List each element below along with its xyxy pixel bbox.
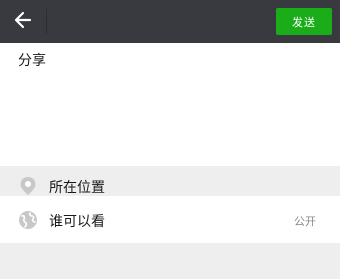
location-pin-icon bbox=[17, 175, 39, 197]
visibility-label: 谁可以看 bbox=[49, 214, 105, 230]
arrow-left-icon bbox=[13, 10, 33, 34]
top-bar: 发送 bbox=[0, 0, 340, 43]
send-button[interactable]: 发送 bbox=[276, 8, 332, 35]
visibility-row[interactable]: 谁可以看 公开 bbox=[0, 196, 340, 243]
header-divider bbox=[46, 9, 47, 34]
compose-text[interactable]: 分享 bbox=[18, 50, 46, 70]
back-button[interactable] bbox=[0, 0, 46, 43]
visibility-value: 公开 bbox=[294, 215, 316, 228]
compose-area[interactable]: 分享 所在位置 bbox=[0, 43, 340, 196]
globe-icon bbox=[17, 209, 39, 231]
location-label: 所在位置 bbox=[49, 180, 105, 196]
